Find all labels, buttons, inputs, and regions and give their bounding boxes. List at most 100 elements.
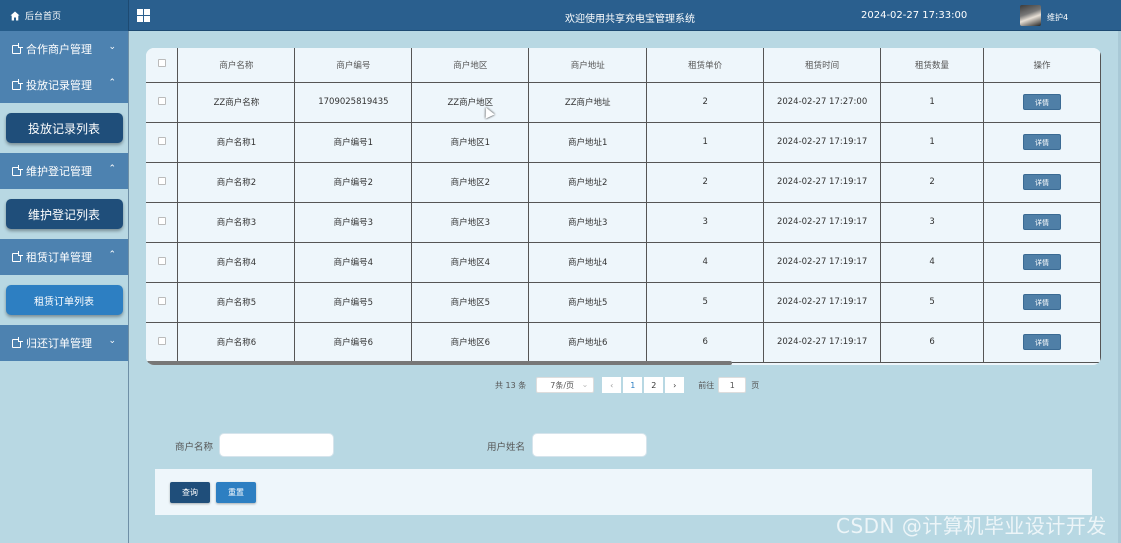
page-size-select[interactable]: 7条/页 ⌄ bbox=[536, 377, 595, 393]
table-cell: 商户地区2 bbox=[411, 161, 530, 203]
table-cell: 1709025819435 bbox=[294, 81, 413, 123]
avatar[interactable] bbox=[1020, 5, 1041, 26]
user-name-input[interactable] bbox=[532, 433, 647, 457]
goto-label: 前往 bbox=[698, 380, 715, 390]
edit-doc-icon bbox=[12, 164, 23, 176]
table-cell: 2 bbox=[880, 161, 984, 203]
table-cell: 商户地址5 bbox=[528, 281, 648, 323]
row-select-cell[interactable] bbox=[146, 121, 179, 163]
table-cell: 1 bbox=[880, 81, 984, 123]
action-cell: 详情 bbox=[982, 241, 1101, 283]
chevron-up-icon: ⌃ bbox=[108, 164, 116, 174]
edit-doc-icon bbox=[12, 250, 23, 262]
row-checkbox[interactable] bbox=[157, 176, 166, 185]
table-cell: 商户地区4 bbox=[411, 241, 530, 283]
table-row: 商户名称4 商户编号4 商户地区4 商户地址4 4 2024-02-27 17:19:17… bbox=[146, 241, 1101, 283]
table-cell: 商户地区1 bbox=[411, 121, 530, 163]
table-cell: ZZ商户名称 bbox=[177, 81, 296, 123]
row-select-cell[interactable] bbox=[146, 161, 179, 203]
sidebar: 合作商户管理 ⌄ 投放记录管理 ⌃ 投放记录列表 维护登记管理 ⌃ 维护登记列表… bbox=[0, 31, 129, 543]
detail-button[interactable]: 详情 bbox=[1022, 214, 1061, 230]
select-all-checkbox[interactable] bbox=[157, 59, 166, 68]
table-cell: 商户地址1 bbox=[528, 121, 648, 163]
col-header: 商户编号 bbox=[294, 48, 413, 83]
table-cell: 商户编号1 bbox=[294, 121, 413, 163]
col-header: 商户地址 bbox=[528, 48, 648, 83]
detail-button[interactable]: 详情 bbox=[1022, 334, 1061, 350]
row-checkbox[interactable] bbox=[157, 216, 166, 225]
row-select-cell[interactable] bbox=[146, 241, 179, 283]
row-select-cell[interactable] bbox=[146, 321, 179, 363]
submenu: 租赁订单列表 bbox=[0, 275, 128, 325]
col-header: 操作 bbox=[982, 48, 1101, 83]
col-header: 商户地区 bbox=[411, 48, 530, 83]
user-name-label: 用户姓名 bbox=[487, 442, 526, 453]
home-icon bbox=[10, 11, 20, 20]
sidebar-item-placement-list[interactable]: 投放记录列表 bbox=[5, 113, 123, 143]
table-cell: ZZ商户地址 bbox=[528, 81, 648, 123]
table-panel: 商户名称 商户编号 商户地区 商户地址 租赁单价 租赁时间 租赁数量 操作 ZZ… bbox=[146, 48, 1101, 365]
col-header: 商户名称 bbox=[177, 48, 296, 83]
merchant-name-input[interactable] bbox=[219, 433, 334, 457]
row-checkbox[interactable] bbox=[157, 96, 166, 105]
table-cell: 5 bbox=[646, 281, 765, 323]
edit-doc-icon bbox=[12, 42, 23, 54]
table-cell: 商户编号5 bbox=[294, 281, 413, 323]
table-cell: 商户名称5 bbox=[177, 281, 296, 323]
query-button[interactable]: 查询 bbox=[170, 482, 210, 503]
table-cell: 1 bbox=[880, 121, 984, 163]
table-cell: 4 bbox=[880, 241, 984, 283]
menu-placement[interactable]: 投放记录管理 ⌃ bbox=[0, 67, 128, 103]
table-row: 商户名称5 商户编号5 商户地区5 商户地址5 5 2024-02-27 17:19:17… bbox=[146, 281, 1101, 323]
menu-toggle-icon[interactable] bbox=[137, 9, 150, 22]
select-all-cell[interactable] bbox=[146, 48, 179, 83]
detail-button[interactable]: 详情 bbox=[1022, 134, 1061, 150]
chevron-down-icon: ⌄ bbox=[108, 336, 116, 346]
row-checkbox[interactable] bbox=[157, 296, 166, 305]
table-cell: 商户地址2 bbox=[528, 161, 648, 203]
sidebar-item-maintenance-list[interactable]: 维护登记列表 bbox=[5, 199, 123, 229]
username[interactable]: 维护4 bbox=[1047, 12, 1068, 23]
reset-button[interactable]: 重置 bbox=[216, 482, 256, 503]
home-link[interactable]: 后台首页 bbox=[0, 0, 129, 31]
table-row: 商户名称6 商户编号6 商户地区6 商户地址6 6 2024-02-27 17:19:17… bbox=[146, 321, 1101, 363]
table-cell: 2024-02-27 17:19:17 bbox=[763, 121, 882, 163]
row-checkbox[interactable] bbox=[157, 136, 166, 145]
table-cell: 2024-02-27 17:19:17 bbox=[763, 321, 882, 363]
row-select-cell[interactable] bbox=[146, 281, 179, 323]
chevron-down-icon: ⌄ bbox=[108, 42, 116, 52]
detail-button[interactable]: 详情 bbox=[1022, 94, 1061, 110]
sidebar-item-rental-list[interactable]: 租赁订单列表 bbox=[5, 285, 123, 315]
row-select-cell[interactable] bbox=[146, 201, 179, 243]
table-cell: ZZ商户地区 bbox=[411, 81, 530, 123]
page-number[interactable]: 1 bbox=[623, 377, 643, 393]
menu-label: 合作商户管理 bbox=[26, 43, 92, 56]
home-label: 后台首页 bbox=[25, 12, 62, 22]
menu-maintenance[interactable]: 维护登记管理 ⌃ bbox=[0, 153, 128, 189]
chevron-up-icon: ⌃ bbox=[108, 78, 116, 88]
row-checkbox[interactable] bbox=[157, 256, 166, 265]
table-cell: 2024-02-27 17:19:17 bbox=[763, 201, 882, 243]
action-cell: 详情 bbox=[982, 121, 1101, 163]
detail-button[interactable]: 详情 bbox=[1022, 294, 1061, 310]
table-cell: 商户地址6 bbox=[528, 321, 648, 363]
next-page-button[interactable]: › bbox=[665, 377, 685, 393]
table-cell: 商户地区3 bbox=[411, 201, 530, 243]
chevron-down-icon: ⌄ bbox=[581, 380, 589, 389]
col-header: 租赁时间 bbox=[763, 48, 882, 83]
goto-page-input[interactable]: 1 bbox=[718, 377, 747, 393]
table-cell: 商户名称3 bbox=[177, 201, 296, 243]
row-checkbox[interactable] bbox=[157, 336, 166, 345]
menu-rental[interactable]: 租赁订单管理 ⌃ bbox=[0, 239, 128, 275]
horizontal-scrollbar[interactable] bbox=[146, 361, 732, 365]
prev-page-button[interactable]: ‹ bbox=[602, 377, 622, 393]
row-select-cell[interactable] bbox=[146, 81, 179, 123]
table-cell: 6 bbox=[880, 321, 984, 363]
page-number[interactable]: 2 bbox=[644, 377, 664, 393]
table-cell: 商户地址3 bbox=[528, 201, 648, 243]
menu-merchant[interactable]: 合作商户管理 ⌄ bbox=[0, 31, 128, 67]
detail-button[interactable]: 详情 bbox=[1022, 174, 1061, 190]
detail-button[interactable]: 详情 bbox=[1022, 254, 1061, 270]
table-row: 商户名称3 商户编号3 商户地区3 商户地址3 3 2024-02-27 17:19:17… bbox=[146, 201, 1101, 243]
menu-return[interactable]: 归还订单管理 ⌄ bbox=[0, 325, 128, 361]
